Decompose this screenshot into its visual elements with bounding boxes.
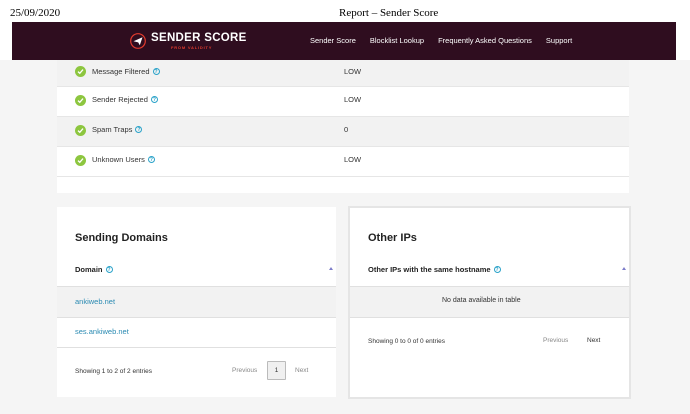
info-icon[interactable]: ? bbox=[152, 68, 160, 75]
info-icon[interactable]: ? bbox=[493, 266, 501, 273]
info-icon[interactable]: ? bbox=[135, 126, 143, 133]
check-icon bbox=[75, 95, 86, 106]
nav-link-faq[interactable]: Frequently Asked Questions bbox=[438, 36, 532, 45]
metric-row: Sender Rejected? LOW bbox=[57, 87, 629, 117]
sender-score-logo[interactable]: SENDER SCORE FROM VALIDITY bbox=[130, 31, 255, 51]
domain-column-header[interactable]: Domain? bbox=[75, 265, 113, 274]
metric-value: LOW bbox=[344, 95, 362, 104]
row-divider bbox=[57, 347, 336, 348]
domain-link[interactable]: ses.ankiweb.net bbox=[75, 327, 129, 336]
nav-link-support[interactable]: Support bbox=[546, 36, 572, 45]
metric-value: LOW bbox=[344, 155, 362, 164]
entries-info: Showing 0 to 0 of 0 entries bbox=[368, 338, 445, 345]
previous-button[interactable]: Previous bbox=[232, 367, 257, 374]
empty-table-message: No data available in table bbox=[442, 297, 521, 304]
print-header: 25/09/2020 Report – Sender Score bbox=[0, 0, 690, 22]
check-icon bbox=[75, 66, 86, 77]
sending-domains-panel: Sending Domains Domain? ankiweb.net ses.… bbox=[57, 207, 336, 397]
nav-link-blocklist-lookup[interactable]: Blocklist Lookup bbox=[370, 36, 424, 45]
metric-value: 0 bbox=[344, 125, 349, 134]
previous-button[interactable]: Previous bbox=[543, 337, 568, 344]
print-date: 25/09/2020 bbox=[10, 7, 61, 19]
metric-label: Sender Rejected? bbox=[92, 95, 158, 104]
next-button[interactable]: Next bbox=[295, 367, 308, 374]
other-ips-column-header[interactable]: Other IPs with the same hostname? bbox=[368, 265, 501, 274]
sort-asc-icon[interactable] bbox=[622, 267, 626, 270]
navbar: SENDER SCORE FROM VALIDITY Sender Score … bbox=[12, 22, 676, 60]
logo-text: SENDER SCORE bbox=[151, 32, 247, 44]
check-icon bbox=[75, 125, 86, 136]
page-1-button[interactable]: 1 bbox=[267, 361, 286, 380]
metric-label: Unknown Users? bbox=[92, 155, 155, 164]
entries-info: Showing 1 to 2 of 2 entries bbox=[75, 368, 152, 375]
table-row: ankiweb.net bbox=[57, 287, 336, 317]
row-divider bbox=[350, 317, 629, 318]
nav-links: Sender Score Blocklist Lookup Frequently… bbox=[310, 36, 586, 45]
metric-label: Spam Traps? bbox=[92, 125, 143, 134]
metric-row: Unknown Users? LOW bbox=[57, 147, 629, 177]
paper-plane-logo-icon bbox=[130, 33, 146, 49]
print-title: Report – Sender Score bbox=[339, 7, 439, 19]
metric-value: LOW bbox=[344, 67, 362, 76]
next-button[interactable]: Next bbox=[587, 337, 600, 344]
check-icon bbox=[75, 155, 86, 166]
other-ips-panel: Other IPs Other IPs with the same hostna… bbox=[348, 206, 631, 399]
other-ips-title: Other IPs bbox=[368, 232, 417, 244]
info-icon[interactable]: ? bbox=[147, 156, 155, 163]
logo-subtext: FROM VALIDITY bbox=[171, 45, 213, 50]
metric-row: Message Filtered? LOW bbox=[57, 60, 629, 87]
row-divider bbox=[57, 317, 336, 318]
metric-row: Spam Traps? 0 bbox=[57, 117, 629, 147]
sort-asc-icon[interactable] bbox=[329, 267, 333, 270]
nav-link-sender-score[interactable]: Sender Score bbox=[310, 36, 356, 45]
info-icon[interactable]: ? bbox=[150, 96, 158, 103]
domain-link[interactable]: ankiweb.net bbox=[75, 297, 115, 306]
sending-domains-title: Sending Domains bbox=[75, 232, 168, 244]
empty-table-row: No data available in table bbox=[350, 287, 629, 317]
info-icon[interactable]: ? bbox=[105, 266, 113, 273]
metrics-panel: Message Filtered? LOW Sender Rejected? L… bbox=[57, 60, 629, 193]
metric-label: Message Filtered? bbox=[92, 67, 160, 76]
